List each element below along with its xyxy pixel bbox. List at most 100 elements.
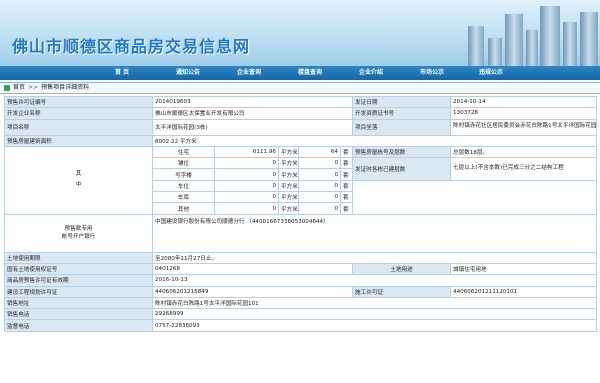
table-row: 国有土地使用权证号 0401268 土地用途 城镇住宅用地 [4,262,598,276]
home-icon [4,85,10,91]
breakdown-label: 其 中 [4,145,153,215]
breadcrumb-separator: >> [28,84,39,91]
usage-name: 铺位 [152,157,215,170]
usage-name: 车位 [152,179,215,193]
usage-area: 0 [214,202,279,215]
usage-count: 0 [298,202,341,215]
table-row: 销售电话 29268999 [4,308,598,321]
table-row: 土地使用期限 至2080年11月27日止。 [4,251,598,264]
table-row: 销售地址 陈村镇赤花白陈路1号太平洋国际花园101 [4,296,598,310]
usage-name: 车库 [152,191,215,204]
location-value: 陈村镇赤花社区居民委员会赤花白陈路1号太平洋国际花园 [450,118,598,136]
sales-address-label: 销售地址 [4,296,153,310]
nav-notices[interactable]: 通知公告 [158,66,218,80]
usage-area-unit: 平方米 [278,202,299,215]
plan-permit-label: 建设工程规划许可证 [4,285,153,298]
breadcrumb: 首页 >> 预售项目详细资料 [0,82,600,94]
sales-phone-value: 29268999 [151,308,598,321]
plan-permit-value: 440606201215849 [151,285,354,298]
floors-value: 总层数18层。 [450,145,598,159]
usage-count-unit: 套 [339,145,354,159]
table-row: 预售许可证编号 2014019603 发证日期 2014-10-14 [4,95,598,109]
skyline-building [505,14,523,66]
nav-company-query[interactable]: 企业查询 [218,66,280,80]
usage-area: 0 [214,191,279,204]
table-row: 开发企业名称 佛山市顺德区太保置业开发有限公司 开发资质证书号 1303728 [4,107,598,120]
land-cert-label: 国有土地使用权证号 [4,262,153,276]
sales-phone-label: 销售电话 [4,308,153,321]
permit-no-value: 2014019603 [151,95,354,109]
usage-area: 0 [214,157,279,170]
table-row: 建设工程规划许可证 440606201215849 施工许可证 44060620… [4,285,598,298]
usage-area: 6111.96 [214,145,279,159]
progress-label: 发证时各栋已建层数 [352,157,452,181]
usage-count-unit: 套 [339,168,354,181]
supervise-phone-label: 监督电话 [4,319,153,332]
issue-date-label: 发证日期 [352,95,452,109]
breadcrumb-current: 预售项目详细资料 [41,84,90,91]
usage-name: 写字楼 [152,168,215,181]
table-row: 项目名称 太平洋国际花园(3栋) 项目坐落 陈村镇赤花社区居民委员会赤花白陈路1… [4,118,598,136]
skyline-building [526,30,538,66]
progress-value: 七层以上(不含本数)已完成三分之二结构工程 [450,157,598,181]
project-name-value: 太平洋国际花园(3栋) [151,118,354,136]
usage-count: 64 [298,145,341,159]
qualification-label: 开发资质证书号 [352,107,452,120]
nav-violation-notice[interactable]: 违规公示 [462,66,520,80]
skyline-building [488,38,502,66]
qualification-value: 1303728 [450,107,598,120]
bank-value: 中国建设银行股份有限公司顺德分行 （44001667338053004844） [151,213,598,253]
table-row: 其 中 住宅 6111.96 平方米 64 套 预售房屋栋号及层数 总层数18层… [4,145,598,215]
project-name-label: 项目名称 [4,118,153,136]
usage-area-unit: 平方米 [278,179,299,193]
usage-area-unit: 平方米 [278,168,299,181]
land-term-value: 至2080年11月27日止。 [151,251,598,264]
usage-area: 0 [214,179,279,193]
developer-value: 佛山市顺德区太保置业开发有限公司 [151,107,354,120]
issue-date-value: 2014-10-14 [450,95,598,109]
area-label: 预售房屋建筑面积 [4,134,153,147]
main-nav: 首 页 通知公告 企业查询 楼盘查询 企业介绍 市场公示 违规公示 [0,66,600,80]
nav-market-notice[interactable]: 市场公示 [402,66,462,80]
floors-label: 预售房屋栋号及层数 [352,145,452,159]
usage-count: 0 [298,191,341,204]
permit-no-label: 预售许可证编号 [4,95,153,109]
usage-count: 0 [298,168,341,181]
usage-area-unit: 平方米 [278,157,299,170]
validity-value: 2016-10-13 [151,274,598,287]
nav-project-query[interactable]: 楼盘查询 [280,66,340,80]
header-banner: 佛山市顺德区商品房交易信息网 [0,0,600,66]
land-use-label: 土地用途 [352,262,452,276]
breadcrumb-home[interactable]: 首页 [13,82,25,94]
usage-name: 住宅 [152,145,215,159]
usage-count-unit: 套 [339,191,354,204]
usage-area-unit: 平方米 [278,191,299,204]
site-title: 佛山市顺德区商品房交易信息网 [12,37,251,56]
skyline-building [468,26,484,66]
skyline-building [580,12,598,66]
skyline-building [540,6,560,66]
bank-label: 预售款专用 帐号开户银行 [4,213,153,253]
table-row: 预售款专用 帐号开户银行 中国建设银行股份有限公司顺德分行 （440016673… [4,213,598,253]
usage-count-unit: 套 [339,202,354,215]
nav-company-intro[interactable]: 企业介绍 [340,66,402,80]
usage-name: 其他 [152,202,215,215]
table-row: 商品房预售许可证有效期 2016-10-13 [4,274,598,287]
build-permit-value: 440606201211120101 [450,285,598,298]
usage-area: 0 [214,168,279,181]
area-value: 8002.22 平方米 [151,134,598,147]
table-row: 监督电话 0757-22836093 [4,319,598,332]
nav-home[interactable]: 首 页 [86,66,158,80]
sales-address-value: 陈村镇赤花白陈路1号太平洋国际花园101 [151,296,598,310]
table-row: 预售房屋建筑面积 8002.22 平方米 [4,134,598,147]
usage-area-unit: 平方米 [278,145,299,159]
usage-count-unit: 套 [339,157,354,170]
blank-cell [352,179,598,215]
skyline-building [563,22,577,66]
land-use-value: 城镇住宅用地 [450,262,598,276]
land-term-label: 土地使用期限 [4,251,153,264]
validity-label: 商品房预售许可证有效期 [4,274,153,287]
supervise-phone-value: 0757-22836093 [151,319,598,332]
project-info-table: 预售许可证编号 2014019603 发证日期 2014-10-14 开发企业名… [4,95,598,332]
build-permit-label: 施工许可证 [352,285,452,298]
